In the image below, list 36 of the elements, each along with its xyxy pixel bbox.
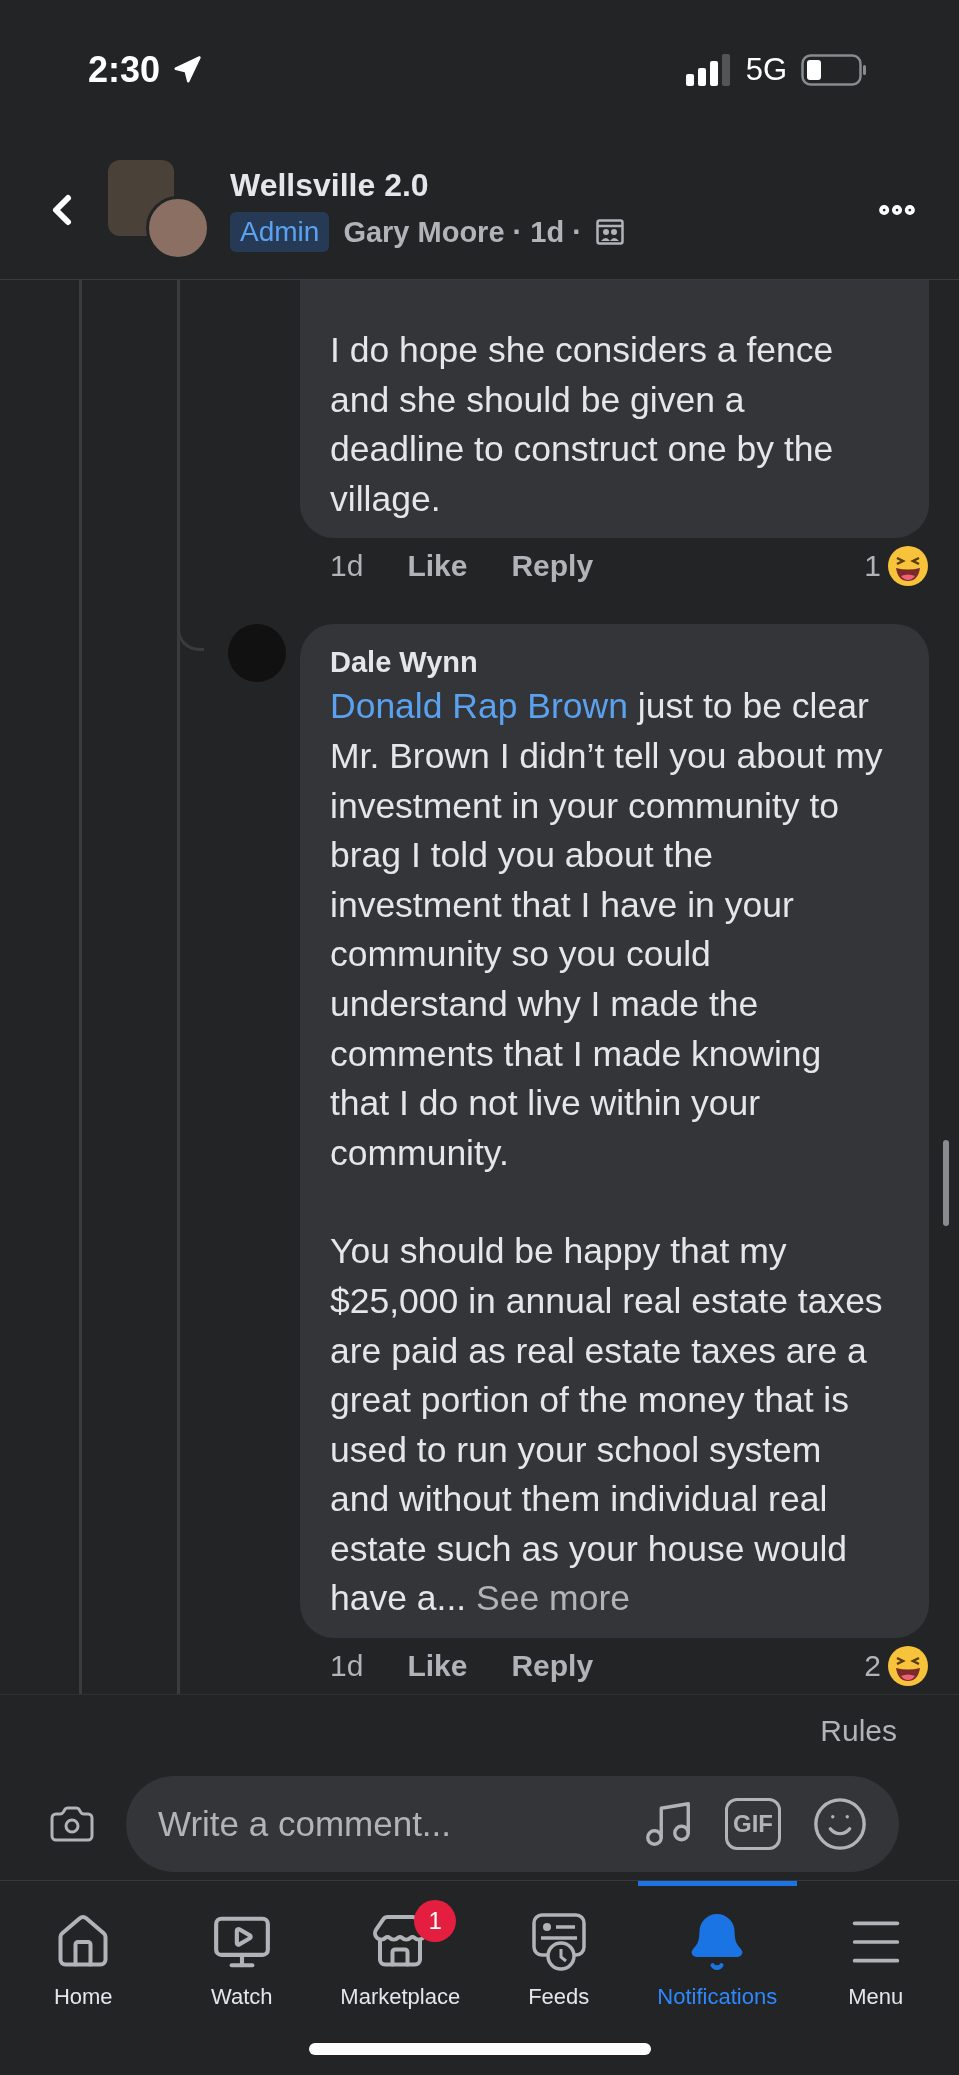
signal-icon [685, 54, 732, 86]
battery-icon [801, 54, 867, 86]
status-time: 2:30 [88, 49, 161, 91]
like-link[interactable]: Like [407, 549, 468, 584]
comment-author: Dale Wynn [330, 645, 479, 681]
rules-link[interactable]: Rules [820, 1714, 897, 1748]
like-link[interactable]: Like [407, 1649, 468, 1684]
post-meta: Gary Moore · 1d · [343, 215, 582, 249]
laughing-emoji-icon [887, 545, 929, 588]
mention-link[interactable]: Donald Rap Brown [330, 686, 628, 727]
comment-text: Donald Rap Brown just to be clear Mr. Brown I didn’t tell you about my investment in your community to brag I told you about the investment that I have in your community so you could understand why I made the comments that I made knowing that I do not live within your community. [330, 685, 884, 1175]
reaction-count: 2 [864, 1649, 881, 1684]
reply-link[interactable]: Reply [511, 549, 594, 584]
notification-badge: 1 [414, 1900, 457, 1942]
comment-input[interactable]: Write a comment... GIF [126, 1775, 899, 1872]
nav-tab[interactable]: 1 Marketplace [321, 1881, 480, 2010]
network-type: 5G [745, 52, 787, 88]
group-members-icon [595, 219, 624, 245]
comment-text: I do hope she considers a fence and she should be given a deadline to construct one by the village. [330, 329, 835, 521]
nav-tab[interactable]: Watch [162, 1881, 321, 2010]
comment-time: 1d [330, 549, 364, 584]
reaction-count: 1 [864, 549, 881, 584]
nav-tab[interactable]: Feeds [479, 1881, 638, 2010]
comment-text: You should be happy that my $25,000 in annual real estate taxes are paid as real estate taxes are a great portion of the money that is used to run your school system and without them individual real estate such as your house would have a... See more [330, 1230, 884, 1621]
gif-button[interactable]: GIF [725, 1797, 781, 1850]
reply-link[interactable]: Reply [511, 1649, 594, 1684]
see-more-link[interactable]: See more [476, 1578, 630, 1619]
nav-tab[interactable]: Home [4, 1881, 163, 2010]
group-title: Wellsville 2.0 [230, 167, 430, 204]
laughing-emoji-icon [887, 1645, 929, 1688]
nav-tab[interactable]: Menu [796, 1881, 955, 2010]
nav-tab[interactable]: Notifications [638, 1881, 797, 2010]
admin-badge: Admin [230, 212, 330, 252]
location-arrow-icon [172, 55, 203, 85]
comment-time: 1d [330, 1649, 364, 1684]
news-clock-icon [530, 1912, 587, 1972]
